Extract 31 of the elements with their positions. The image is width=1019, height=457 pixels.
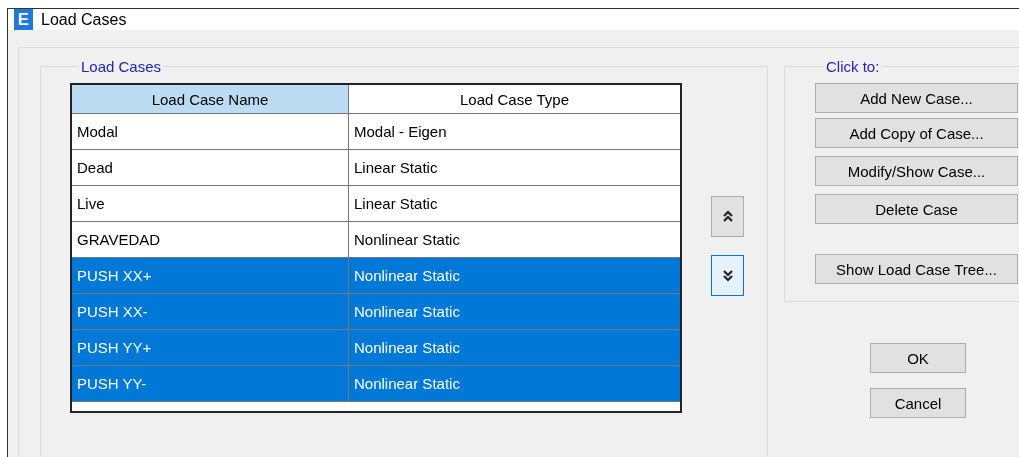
- type-cell[interactable]: Linear Static: [349, 150, 680, 186]
- app-logo-icon: E: [14, 9, 33, 30]
- group-title: Click to:: [825, 58, 881, 75]
- ok-button[interactable]: OK: [870, 343, 966, 373]
- type-cell[interactable]: Linear Static: [349, 186, 680, 222]
- double-chevron-up-icon: [721, 209, 734, 224]
- move-up-button[interactable]: [711, 196, 744, 237]
- group-title: Load Cases: [80, 58, 163, 75]
- type-cell[interactable]: Nonlinear Static: [349, 294, 680, 330]
- name-cell[interactable]: PUSH XX-: [72, 294, 349, 330]
- type-cell[interactable]: Nonlinear Static: [349, 366, 680, 402]
- move-down-button[interactable]: [711, 255, 744, 296]
- column-header[interactable]: Load Case Type: [349, 85, 680, 114]
- name-cell[interactable]: Modal: [72, 114, 349, 150]
- name-cell[interactable]: PUSH YY-: [72, 366, 349, 402]
- name-cell[interactable]: Dead: [72, 150, 349, 186]
- double-chevron-down-icon: [721, 268, 734, 283]
- window-title: Load Cases: [41, 10, 127, 29]
- type-cell[interactable]: Modal - Eigen: [349, 114, 680, 150]
- name-cell[interactable]: Live: [72, 186, 349, 222]
- name-cell[interactable]: PUSH XX+: [72, 258, 349, 294]
- type-cell[interactable]: Nonlinear Static: [349, 258, 680, 294]
- action-button[interactable]: Modify/Show Case...: [815, 156, 1018, 186]
- column-header[interactable]: Load Case Name: [72, 85, 349, 114]
- action-button[interactable]: Add Copy of Case...: [815, 118, 1018, 148]
- action-button[interactable]: Add New Case...: [815, 83, 1018, 113]
- name-cell[interactable]: PUSH YY+: [72, 330, 349, 366]
- type-cell[interactable]: Nonlinear Static: [349, 330, 680, 366]
- action-button[interactable]: Show Load Case Tree...: [815, 254, 1018, 284]
- cancel-button[interactable]: Cancel: [870, 388, 966, 418]
- action-button[interactable]: Delete Case: [815, 194, 1018, 224]
